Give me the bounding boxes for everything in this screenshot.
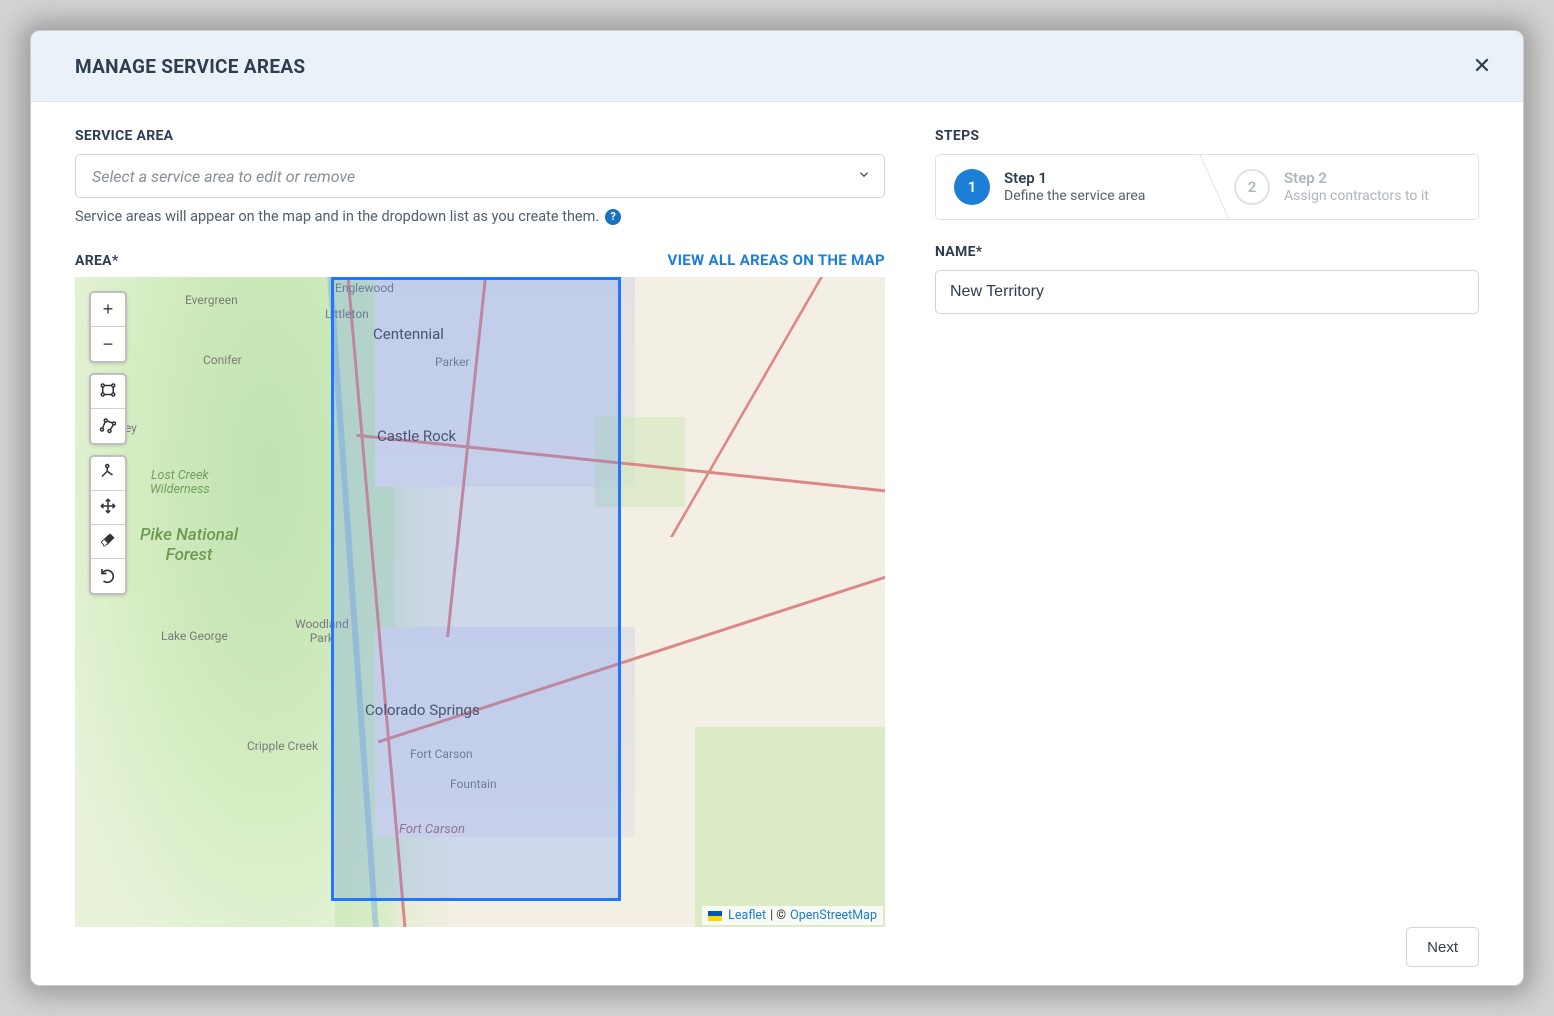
map-selection-rectangle[interactable] <box>331 277 621 901</box>
map-attribution: Leaflet | © OpenStreetMap <box>702 906 883 925</box>
map[interactable]: Evergreen Englewood Littleton Centennial… <box>75 277 885 927</box>
map-label-pike-forest: Pike National Forest <box>140 525 238 566</box>
step-2[interactable]: 2 Step 2 Assign contractors to it <box>1198 155 1478 219</box>
undo-icon <box>99 566 117 587</box>
polygon-icon <box>99 416 117 437</box>
help-icon[interactable]: ? <box>605 209 621 225</box>
step-2-bullet: 2 <box>1234 169 1270 205</box>
step-2-desc: Assign contractors to it <box>1284 188 1429 204</box>
draw-polygon-button[interactable] <box>91 409 125 443</box>
service-area-label: SERVICE AREA <box>75 128 885 144</box>
erase-button[interactable] <box>91 525 125 559</box>
area-label: AREA* <box>75 253 119 269</box>
map-label-evergreen: Evergreen <box>185 293 238 307</box>
service-area-select[interactable]: Select a service area to edit or remove <box>75 154 885 198</box>
steps-row: 1 Step 1 Define the service area 2 Step … <box>935 154 1479 220</box>
map-label-cripple-creek: Cripple Creek <box>247 739 318 753</box>
view-all-areas-link[interactable]: VIEW ALL AREAS ON THE MAP <box>667 251 885 269</box>
step-1-title: Step 1 <box>1004 170 1145 187</box>
modal-header: MANAGE SERVICE AREAS ✕ <box>31 31 1523 102</box>
steps-label: STEPS <box>935 128 1479 144</box>
close-icon: ✕ <box>1473 53 1491 78</box>
step-2-title: Step 2 <box>1284 170 1429 187</box>
close-button[interactable]: ✕ <box>1467 51 1497 81</box>
zoom-in-button[interactable]: + <box>91 293 125 327</box>
edit-vertices-button[interactable] <box>91 457 125 491</box>
zoom-out-button[interactable]: − <box>91 327 125 361</box>
osm-link[interactable]: OpenStreetMap <box>790 908 877 923</box>
edit-vertex-icon <box>99 463 117 484</box>
step-1-desc: Define the service area <box>1004 188 1145 204</box>
service-area-hint: Service areas will appear on the map and… <box>75 208 599 225</box>
service-area-placeholder: Select a service area to edit or remove <box>75 154 885 198</box>
manage-service-areas-modal: MANAGE SERVICE AREAS ✕ SERVICE AREA Sele… <box>30 30 1524 986</box>
eraser-icon <box>99 531 117 552</box>
move-button[interactable] <box>91 491 125 525</box>
map-toolbar: + − <box>89 291 127 595</box>
map-label-lost-creek: Lost Creek Wilderness <box>150 469 210 498</box>
next-button[interactable]: Next <box>1406 927 1479 967</box>
map-label-lake-george: Lake George <box>161 629 228 643</box>
attribution-separator: | © <box>770 908 786 923</box>
undo-button[interactable] <box>91 559 125 593</box>
leaflet-link[interactable]: Leaflet <box>728 908 766 923</box>
service-area-hint-row: Service areas will appear on the map and… <box>75 208 885 225</box>
modal-title: MANAGE SERVICE AREAS <box>75 55 305 78</box>
move-icon <box>99 497 117 518</box>
step-1[interactable]: 1 Step 1 Define the service area <box>936 155 1198 219</box>
rectangle-icon <box>99 381 117 402</box>
minus-icon: − <box>103 334 114 355</box>
map-label-conifer: Conifer <box>203 353 242 367</box>
name-input[interactable] <box>935 270 1479 314</box>
draw-rectangle-button[interactable] <box>91 375 125 409</box>
step-1-bullet: 1 <box>954 169 990 205</box>
ukraine-flag-icon <box>708 911 722 921</box>
name-label: NAME* <box>935 244 1479 260</box>
plus-icon: + <box>103 299 114 320</box>
